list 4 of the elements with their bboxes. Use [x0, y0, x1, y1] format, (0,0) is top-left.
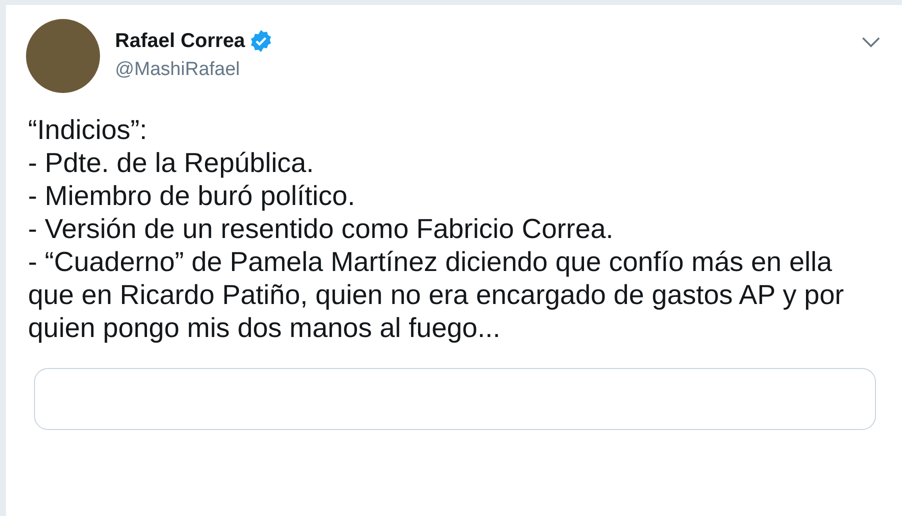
chevron-down-icon[interactable]	[862, 37, 880, 48]
tweet-text: “Indicios”: - Pdte. de la República. - Miembro de buró político. - Versión de un resentido como Fabricio Correa. - “Cuaderno” de Pamela Martínez diciendo que confío más en ella que en Ricardo Patiño, quien no era encargado de gastos AP y por quien pongo mis dos manos al fuego...	[28, 113, 845, 344]
author-handle[interactable]: @MashiRafael	[115, 59, 274, 81]
author-name[interactable]: Rafael Correa	[115, 30, 246, 52]
